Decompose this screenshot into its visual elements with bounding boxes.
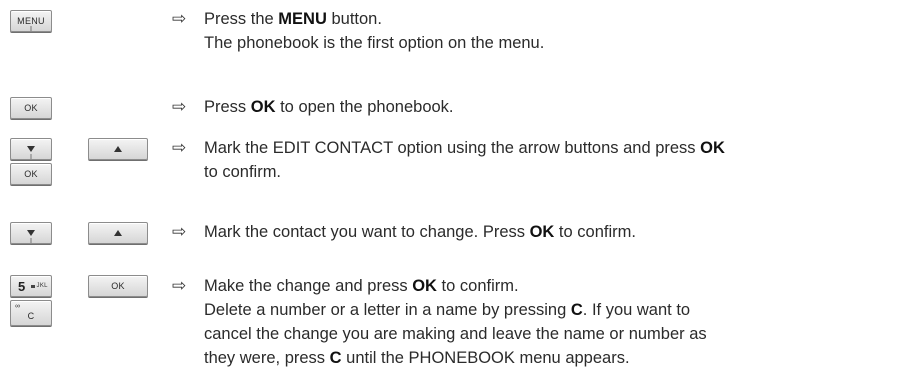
- bold-term: OK: [412, 277, 437, 295]
- key-tick: [30, 26, 32, 31]
- step-line: Mark the contact you want to change. Pre…: [204, 220, 636, 244]
- text-run: button.: [326, 10, 382, 28]
- c-key-label: C: [27, 310, 35, 321]
- up-arrow-icon: [114, 146, 122, 152]
- ok-key[interactable]: OK: [10, 97, 52, 119]
- step-text: Press the MENU button. The phonebook is …: [204, 7, 544, 55]
- up-arrow-icon: [114, 230, 122, 236]
- text-run: Press the: [204, 10, 279, 28]
- bold-term: OK: [700, 139, 725, 157]
- c-key[interactable]: ∞ C: [10, 300, 52, 326]
- ok-key[interactable]: OK: [88, 275, 148, 297]
- pointing-arrow-icon: ⇨: [172, 222, 187, 241]
- text-run: Mark the contact you want to change. Pre…: [204, 223, 530, 241]
- ok-key-label: OK: [111, 281, 125, 291]
- text-run: Delete a number or a letter in a name by…: [204, 301, 571, 319]
- ok-key[interactable]: OK: [10, 163, 52, 185]
- step-line: Press the MENU button.: [204, 7, 544, 31]
- text-run: to confirm.: [436, 277, 519, 295]
- text-run: Make the change and press: [204, 277, 413, 295]
- bold-term: OK: [529, 223, 555, 241]
- key-tick: [30, 238, 32, 243]
- text-run: until the PHONEBOOK menu appears.: [341, 349, 630, 367]
- ok-key-label: OK: [24, 169, 38, 179]
- voicemail-icon: ∞: [15, 303, 21, 310]
- five-key-letters: JKL: [36, 283, 48, 289]
- bold-term: MENU: [278, 10, 327, 28]
- instruction-step-4: ⇨ Mark the contact you want to change. P…: [172, 220, 887, 244]
- pointing-arrow-icon: ⇨: [172, 138, 187, 157]
- pointing-arrow-icon: ⇨: [172, 276, 187, 295]
- text-run: . If you want to: [582, 301, 691, 319]
- step-text: Mark the EDIT CONTACT option using the a…: [204, 136, 725, 184]
- step-line: they were, press C until the PHONEBOOK m…: [204, 346, 707, 370]
- up-arrow-key[interactable]: [88, 222, 148, 244]
- down-arrow-key[interactable]: [10, 138, 52, 160]
- down-arrow-key[interactable]: [10, 222, 52, 244]
- step-line: Delete a number or a letter in a name by…: [204, 298, 707, 322]
- step-text: Mark the contact you want to change. Pre…: [204, 220, 636, 244]
- text-run: to open the phonebook.: [275, 98, 454, 116]
- bold-term: C: [329, 349, 342, 367]
- ok-key-label: OK: [24, 103, 38, 113]
- pointing-arrow-icon: ⇨: [172, 97, 187, 116]
- menu-key-label: MENU: [17, 16, 45, 26]
- step-line: The phonebook is the first option on the…: [204, 34, 545, 52]
- text-run: Mark the EDIT CONTACT option using the a…: [204, 139, 701, 157]
- five-key-digit: 5: [18, 278, 26, 294]
- step-line: Press OK to open the phonebook.: [204, 95, 454, 119]
- instruction-step-5: ⇨ Make the change and press OK to confir…: [172, 274, 887, 370]
- instruction-step-3: ⇨ Mark the EDIT CONTACT option using the…: [172, 136, 887, 184]
- instruction-step-1: ⇨ Press the MENU button. The phonebook i…: [172, 7, 887, 55]
- step-text: Press OK to open the phonebook.: [204, 95, 454, 119]
- key-marker-icon: [30, 284, 35, 288]
- bold-term: C: [570, 301, 583, 319]
- text-run: they were, press: [204, 349, 330, 367]
- step-line: cancel the change you are making and lea…: [204, 325, 707, 343]
- down-arrow-icon: [27, 230, 35, 236]
- step-text: Make the change and press OK to confirm.…: [204, 274, 707, 370]
- key-tick: [30, 154, 32, 159]
- pointing-arrow-icon: ⇨: [172, 9, 187, 28]
- text-run: Press: [204, 98, 251, 116]
- step-line: to confirm.: [204, 163, 282, 181]
- text-run: to confirm.: [554, 223, 636, 241]
- up-arrow-key[interactable]: [88, 138, 148, 160]
- step-line: Mark the EDIT CONTACT option using the a…: [204, 136, 725, 160]
- menu-key[interactable]: MENU: [10, 10, 52, 32]
- down-arrow-icon: [27, 146, 35, 152]
- instruction-step-2: ⇨ Press OK to open the phonebook.: [172, 95, 887, 119]
- five-jkl-key[interactable]: 5 JKL: [10, 275, 52, 297]
- bold-term: OK: [250, 98, 276, 116]
- step-line: Make the change and press OK to confirm.: [204, 274, 707, 298]
